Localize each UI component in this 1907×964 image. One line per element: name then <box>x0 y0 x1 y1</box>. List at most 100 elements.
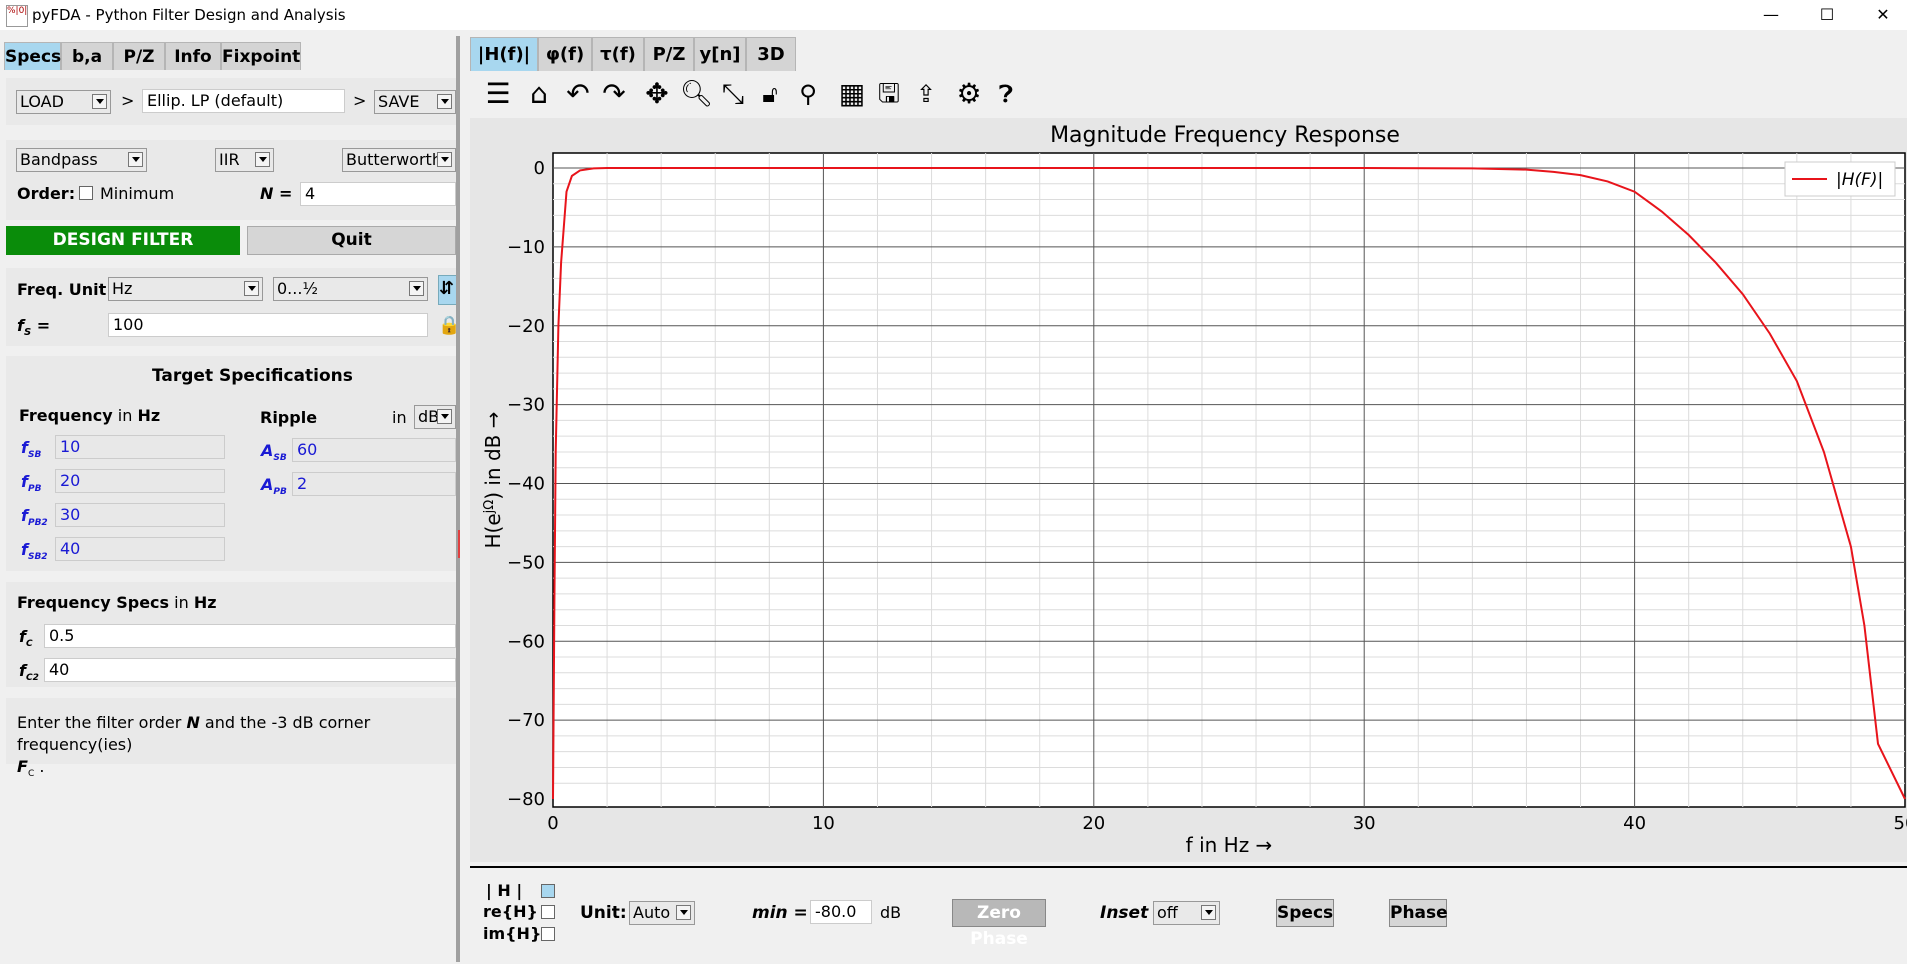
y-tick-label: −80 <box>507 789 545 810</box>
close-button[interactable]: ✕ <box>1860 0 1906 30</box>
tab-specs[interactable]: Specs <box>4 42 61 70</box>
fs-field[interactable]: 100 <box>108 313 428 337</box>
axes-frame <box>552 152 1906 808</box>
legend-label: |H(F)| <box>1836 170 1883 190</box>
fsb2-label: fSB2 <box>21 540 48 563</box>
layout-icon[interactable]: ☰ <box>482 78 514 110</box>
arrow-label: > <box>121 91 135 110</box>
x-tick-label: 40 <box>1623 813 1646 834</box>
zero-phase-button[interactable]: Zero Phase <box>952 899 1046 949</box>
y-tick-labels: 0 −10 −20 −30 −40 −50 −60 −70 −80 <box>507 158 545 810</box>
grid-icon[interactable]: ▦ <box>836 78 868 110</box>
minimum-checkbox[interactable] <box>79 186 93 200</box>
asb-label: ASB <box>261 441 287 464</box>
im-label: im{H} <box>483 924 542 943</box>
marker-icon[interactable]: ⚲ <box>792 78 824 110</box>
x-tick-label: 50 <box>1894 813 1907 834</box>
legend: |H(F)| <box>1784 161 1896 197</box>
load-combo[interactable]: LOAD <box>16 90 111 114</box>
tab-pole-zero[interactable]: P/Z <box>644 37 694 71</box>
re-checkbox[interactable] <box>541 905 555 919</box>
im-checkbox[interactable] <box>541 927 555 941</box>
y-tick-label: −10 <box>507 237 545 258</box>
fpb2-field[interactable]: 30 <box>55 503 225 527</box>
fpb-field[interactable]: 20 <box>55 469 225 493</box>
x-tick-label: 20 <box>1082 813 1105 834</box>
ripple-in-label: in <box>392 408 407 427</box>
filter-type-select[interactable]: IIR <box>215 148 274 172</box>
y-tick-label: 0 <box>534 158 545 179</box>
h-checkbox[interactable] <box>541 884 555 898</box>
ripple-unit-select[interactable]: dB <box>414 405 456 429</box>
phase-button[interactable]: Phase <box>1389 899 1448 927</box>
order-field[interactable]: 4 <box>300 182 456 206</box>
fit-icon[interactable]: ⤡ <box>717 78 749 110</box>
response-type-select[interactable]: Bandpass <box>16 148 147 172</box>
fc-field[interactable]: 0.5 <box>44 624 456 648</box>
y-tick-label: −60 <box>507 631 545 652</box>
tab-magnitude[interactable]: |H(f)| <box>470 37 538 71</box>
maximize-button[interactable]: ☐ <box>1804 0 1850 30</box>
sort-icon[interactable]: ⇵ <box>438 275 458 305</box>
fsb-label: fSB <box>21 438 42 461</box>
magnitude-chart[interactable]: Magnitude Frequency Response 0 −10 −20 −30 −… <box>470 118 1907 862</box>
design-method-select[interactable]: Butterworth <box>342 148 456 172</box>
quit-button[interactable]: Quit <box>247 226 456 255</box>
title-bar: %|0| pyFDA - Python Filter Design and An… <box>0 0 1907 30</box>
tab-fixpoint[interactable]: Fixpoint <box>221 42 301 70</box>
export-icon[interactable]: ⇪ <box>910 78 942 110</box>
redo-icon[interactable]: ↷ <box>598 78 630 110</box>
home-icon[interactable]: ⌂ <box>523 78 555 110</box>
freq-unit-label: Freq. Unit <box>17 280 107 299</box>
fpb-label: fPB <box>21 472 42 495</box>
save-icon[interactable]: 🖫 <box>873 78 905 110</box>
inset-select[interactable]: off <box>1153 901 1220 925</box>
y-axis-label: H(ejΩ) in dB → <box>481 412 505 549</box>
unit-select[interactable]: Auto <box>629 901 695 925</box>
zoom-icon[interactable]: 🔍︎ <box>680 78 713 110</box>
help-icon[interactable]: ❓︎ <box>990 78 1022 110</box>
tab-ba[interactable]: b,a <box>61 42 113 70</box>
tab-3d[interactable]: 3D <box>746 37 796 71</box>
min-field[interactable]: -80.0 <box>810 900 872 924</box>
tab-group-delay[interactable]: τ(f) <box>592 37 644 71</box>
filter-name-field[interactable]: Ellip. LP (default) <box>142 89 345 113</box>
fsb-field[interactable]: 10 <box>55 435 225 459</box>
fc2-field[interactable]: 40 <box>44 658 456 682</box>
min-label: min = <box>752 903 808 923</box>
minimize-button[interactable]: — <box>1748 0 1794 30</box>
apb-field[interactable]: 2 <box>292 472 456 496</box>
freq-range-select[interactable]: 0...½ <box>273 277 428 301</box>
x-axis-label: f in Hz → <box>1186 833 1273 857</box>
order-label: Order: <box>17 184 76 203</box>
specs-button[interactable]: Specs <box>1276 899 1334 927</box>
save-combo[interactable]: SAVE <box>374 90 456 114</box>
re-label: re{H} <box>483 902 538 921</box>
n-label: N = <box>260 184 293 203</box>
chart-title: Magnitude Frequency Response <box>1050 123 1400 148</box>
window-title: pyFDA - Python Filter Design and Analysi… <box>32 6 346 24</box>
pan-icon[interactable]: ✥ <box>641 78 673 110</box>
min-unit-label: dB <box>880 903 902 922</box>
settings-icon[interactable]: ⚙ <box>953 78 985 110</box>
freq-specs-title: Frequency Specs in Hz <box>17 593 217 612</box>
tab-pz[interactable]: P/Z <box>113 42 165 70</box>
frequency-header: Frequency in Hz <box>19 406 161 425</box>
y-tick-label: −40 <box>507 474 545 495</box>
asb-field[interactable]: 60 <box>292 438 456 462</box>
y-tick-label: −30 <box>507 395 545 416</box>
undo-icon[interactable]: ↶ <box>562 78 594 110</box>
freq-unit-select[interactable]: Hz <box>108 277 263 301</box>
y-tick-label: −70 <box>507 710 545 731</box>
plot-area[interactable]: Magnitude Frequency Response 0 −10 −20 −30 −… <box>470 118 1907 862</box>
fs-label: fS = <box>17 316 51 339</box>
tab-phase[interactable]: φ(f) <box>538 37 592 71</box>
design-filter-button[interactable]: DESIGN FILTER <box>6 226 240 255</box>
tab-info[interactable]: Info <box>165 42 221 70</box>
x-tick-labels: 0 10 20 30 40 50 <box>547 813 1907 834</box>
lock-fs-icon[interactable]: 🔒 <box>438 312 460 340</box>
apb-label: APB <box>261 475 287 498</box>
fsb2-field[interactable]: 40 <box>55 537 225 561</box>
tab-impulse[interactable]: y[n] <box>694 37 746 71</box>
lock-icon[interactable]: 🔓︎ <box>754 78 786 110</box>
